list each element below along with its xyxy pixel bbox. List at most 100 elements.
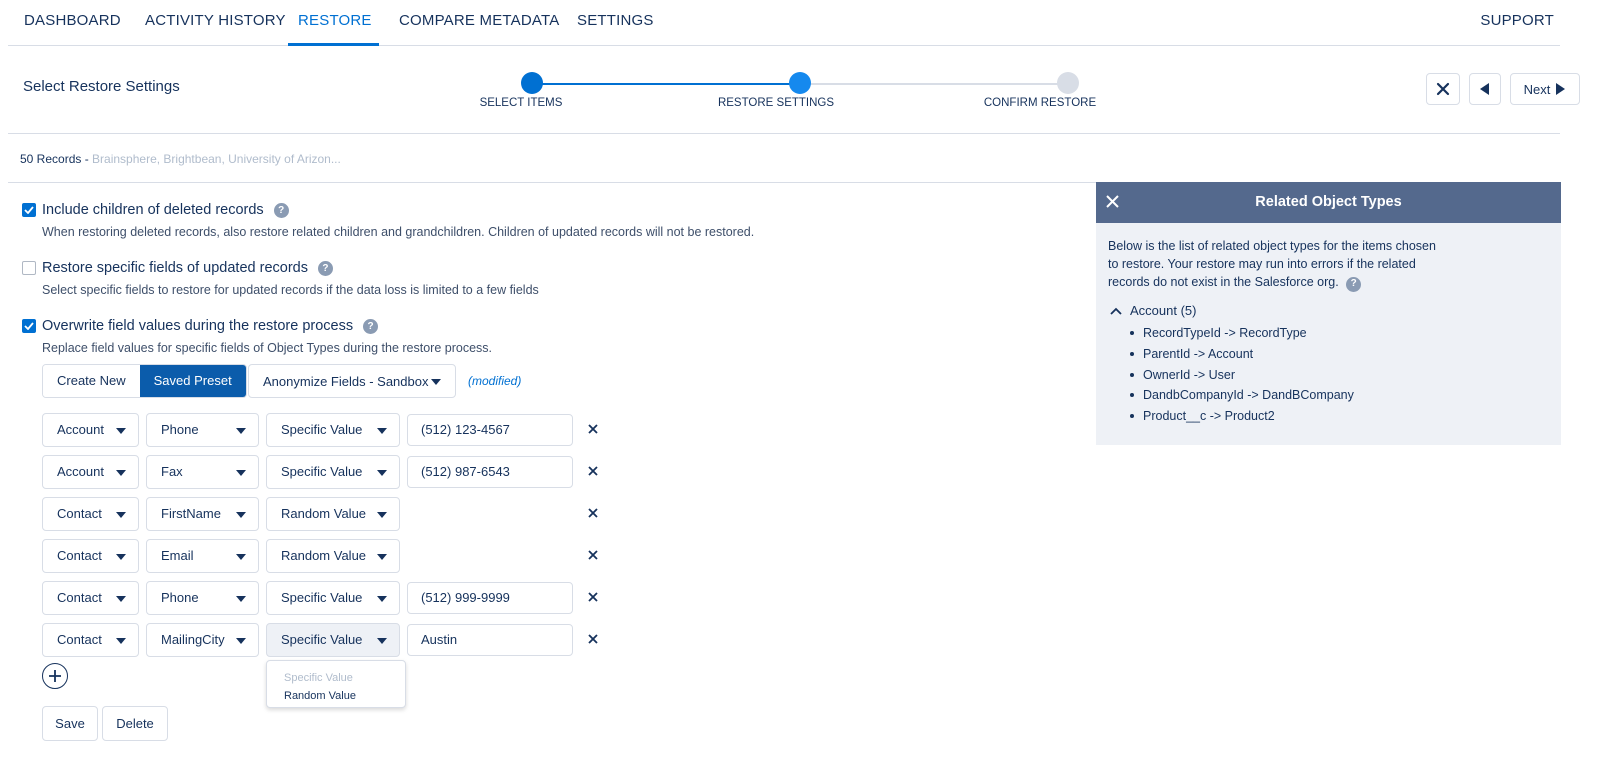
related-types-list: RecordTypeId -> RecordType ParentId -> A… — [1130, 323, 1354, 427]
value-input[interactable]: (512) 123-4567 — [407, 414, 573, 446]
save-preset-button[interactable]: Save — [42, 706, 98, 741]
mode-select[interactable]: Specific Value — [266, 581, 400, 615]
overwrite-row: Contact FirstName Random Value — [42, 497, 602, 531]
step-label-select-items: SELECT ITEMS — [479, 97, 563, 109]
step-dot-select-items[interactable] — [521, 72, 543, 94]
mode-select[interactable]: Specific Value — [266, 455, 400, 489]
field-select[interactable]: Phone — [146, 581, 259, 615]
create-new-button[interactable]: Create New — [43, 365, 140, 397]
tab-activity-history[interactable]: ACTIVITY HISTORY — [135, 0, 296, 46]
remove-row-button[interactable] — [584, 462, 602, 480]
overwrite-row: Account Fax Specific Value (512) 987-654… — [42, 455, 602, 489]
help-icon[interactable]: ? — [273, 202, 289, 218]
support-link[interactable]: SUPPORT — [1470, 0, 1564, 46]
caret-down-icon — [116, 638, 126, 644]
caret-down-icon — [236, 596, 246, 602]
step-label-restore-settings: RESTORE SETTINGS — [717, 97, 835, 109]
overwrite-row: Contact Phone Specific Value (512) 999-9… — [42, 581, 602, 615]
help-icon[interactable]: ? — [363, 318, 379, 334]
step-dot-confirm-restore[interactable] — [1057, 72, 1079, 94]
mode-dropdown-menu: Specific Value Random Value — [266, 660, 406, 708]
field-select[interactable]: Fax — [146, 455, 259, 489]
caret-down-icon — [116, 428, 126, 434]
progress-track-complete — [532, 83, 800, 85]
caret-down-icon — [116, 470, 126, 476]
caret-down-icon — [236, 470, 246, 476]
tab-dashboard[interactable]: DASHBOARD — [14, 0, 131, 46]
help-icon[interactable]: ? — [1346, 276, 1362, 292]
caret-down-icon — [236, 428, 246, 434]
value-input[interactable]: Austin — [407, 624, 573, 656]
object-select[interactable]: Account — [42, 455, 139, 489]
caret-down-icon — [431, 379, 441, 385]
previous-step-button[interactable] — [1469, 73, 1501, 105]
step-dot-restore-settings[interactable] — [789, 72, 811, 94]
records-summary: 50 Records - Brainsphere, Brightbean, Un… — [20, 152, 341, 166]
next-step-button[interactable]: Next — [1510, 73, 1580, 105]
close-icon — [588, 592, 598, 602]
account-group-label: Account (5) — [1130, 303, 1197, 318]
object-select[interactable]: Account — [42, 413, 139, 447]
include-children-label[interactable]: Include children of deleted records — [42, 202, 264, 218]
option-restore-specific-fields: Restore specific fields of updated recor… — [22, 260, 539, 297]
overwrite-values-description: Replace field values for specific fields… — [42, 341, 492, 355]
caret-down-icon — [116, 554, 126, 560]
object-select[interactable]: Contact — [42, 539, 139, 573]
preset-mode-toggle: Create New Saved Preset — [42, 364, 247, 398]
add-row-button[interactable] — [42, 663, 68, 689]
tab-settings[interactable]: SETTINGS — [567, 0, 664, 46]
plus-icon — [49, 670, 61, 682]
field-select[interactable]: Phone — [146, 413, 259, 447]
include-children-checkbox[interactable] — [22, 203, 36, 217]
step-label-confirm-restore: CONFIRM RESTORE — [983, 97, 1097, 109]
account-group-toggle[interactable]: Account (5) — [1110, 303, 1196, 318]
close-icon — [588, 508, 598, 518]
value-input[interactable]: (512) 987-6543 — [407, 456, 573, 488]
close-icon — [1436, 82, 1450, 96]
value-input[interactable]: (512) 999-9999 — [407, 582, 573, 614]
help-icon[interactable]: ? — [317, 260, 333, 276]
mode-select[interactable]: Specific Value — [266, 413, 400, 447]
overwrite-values-checkbox[interactable] — [22, 319, 36, 333]
mode-select[interactable]: Random Value — [266, 539, 400, 573]
remove-row-button[interactable] — [584, 504, 602, 522]
remove-row-button[interactable] — [584, 630, 602, 648]
object-select[interactable]: Contact — [42, 623, 139, 657]
object-select[interactable]: Contact — [42, 497, 139, 531]
tab-restore[interactable]: RESTORE — [288, 0, 379, 46]
mode-select[interactable]: Specific Value — [266, 623, 400, 657]
chevron-up-icon — [1110, 307, 1122, 315]
list-item: RecordTypeId -> RecordType — [1130, 323, 1354, 344]
remove-row-button[interactable] — [584, 588, 602, 606]
wizard-header: Select Restore Settings SELECT ITEMS RES… — [8, 46, 1580, 134]
mode-select[interactable]: Random Value — [266, 497, 400, 531]
close-icon — [588, 424, 598, 434]
list-item: ParentId -> Account — [1130, 344, 1354, 365]
field-select[interactable]: MailingCity — [146, 623, 259, 657]
checkmark-icon — [24, 206, 34, 214]
caret-down-icon — [377, 554, 387, 560]
field-select[interactable]: FirstName — [146, 497, 259, 531]
dropdown-option-specific-value[interactable]: Specific Value — [267, 669, 405, 687]
tab-compare-metadata[interactable]: COMPARE METADATA — [389, 0, 569, 46]
records-count: 50 Records - — [20, 152, 89, 166]
cancel-wizard-button[interactable] — [1426, 73, 1460, 105]
include-children-description: When restoring deleted records, also res… — [42, 225, 755, 239]
caret-down-icon — [116, 512, 126, 518]
remove-row-button[interactable] — [584, 546, 602, 564]
overwrite-row: Account Phone Specific Value (512) 123-4… — [42, 413, 602, 447]
restore-specific-fields-description: Select specific fields to restore for up… — [42, 283, 539, 297]
remove-row-button[interactable] — [584, 420, 602, 438]
overwrite-values-label[interactable]: Overwrite field values during the restor… — [42, 318, 353, 334]
caret-down-icon — [236, 554, 246, 560]
option-include-children: Include children of deleted records ? Wh… — [22, 202, 754, 239]
delete-preset-button[interactable]: Delete — [102, 706, 168, 741]
saved-preset-button[interactable]: Saved Preset — [139, 365, 246, 397]
field-select[interactable]: Email — [146, 539, 259, 573]
preset-select[interactable]: Anonymize Fields - Sandbox — [248, 364, 456, 398]
restore-specific-fields-label[interactable]: Restore specific fields of updated recor… — [42, 260, 308, 276]
restore-specific-fields-checkbox[interactable] — [22, 261, 36, 275]
panel-description: Below is the list of related object type… — [1108, 237, 1438, 292]
object-select[interactable]: Contact — [42, 581, 139, 615]
dropdown-option-random-value[interactable]: Random Value — [267, 687, 405, 705]
